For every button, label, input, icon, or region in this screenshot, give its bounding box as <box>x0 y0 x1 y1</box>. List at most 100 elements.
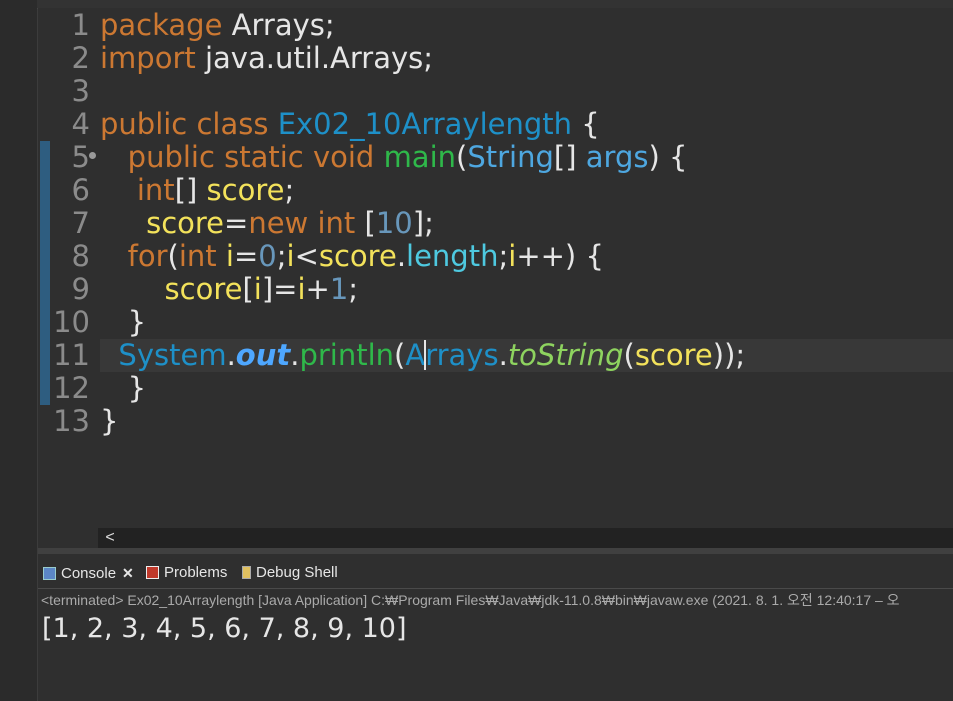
code-token: } <box>100 371 147 405</box>
tab-problems[interactable]: Problems <box>146 562 227 584</box>
line-number: 13 <box>53 404 90 438</box>
code-token: args <box>585 140 649 174</box>
code-token: < <box>294 239 319 273</box>
left-panel-strip <box>0 0 38 701</box>
code-token: i <box>286 239 295 273</box>
code-line[interactable]: int[] score; <box>100 174 953 207</box>
code-line[interactable]: public static void main(String[] args) { <box>100 141 953 174</box>
code-token: ) { <box>648 140 688 174</box>
line-number: 2 <box>71 41 90 75</box>
line-number: 8 <box>71 239 90 273</box>
code-token: score <box>100 206 225 240</box>
line-number: 5 <box>71 140 90 174</box>
code-line[interactable]: System.out.println(Arrays.toString(score… <box>100 339 953 372</box>
code-token: int <box>178 239 217 273</box>
problems-icon <box>146 566 159 579</box>
code-token: )); <box>712 338 746 372</box>
code-line[interactable]: import java.util.Arrays; <box>100 42 953 75</box>
code-token: [ <box>355 206 376 240</box>
code-token: for <box>100 239 168 273</box>
code-line[interactable]: } <box>100 372 953 405</box>
code-token: new int <box>248 206 356 240</box>
code-token: package <box>100 8 223 42</box>
code-token: } <box>100 404 119 438</box>
code-token: . <box>226 338 236 372</box>
code-token: [ <box>242 272 254 306</box>
code-token: = <box>224 206 249 240</box>
code-line[interactable]: score=new int [10]; <box>100 207 953 240</box>
code-line[interactable] <box>100 75 953 108</box>
scroll-left-arrow-icon[interactable]: < <box>100 528 120 548</box>
code-token: score <box>634 338 713 372</box>
tab-debug-shell-label: Debug Shell <box>256 564 338 581</box>
code-token: [] <box>174 173 207 207</box>
code-token: i <box>297 272 306 306</box>
code-token: ( <box>167 239 179 273</box>
code-token: ; <box>498 239 509 273</box>
code-line[interactable]: } <box>100 306 953 339</box>
code-token: } <box>100 305 147 339</box>
code-line[interactable]: package Arrays; <box>100 9 953 42</box>
code-line[interactable]: } <box>100 405 953 438</box>
code-token: 10 <box>375 206 413 240</box>
code-token: java.util.Arrays; <box>195 41 434 75</box>
line-number: 1 <box>71 8 90 42</box>
code-token: i <box>253 272 262 306</box>
code-token: score <box>318 239 397 273</box>
code-token: score <box>206 173 285 207</box>
line-number: 7 <box>71 206 90 240</box>
code-token: ]; <box>412 206 434 240</box>
code-token: length <box>406 239 499 273</box>
code-token: ; <box>348 272 359 306</box>
code-line[interactable]: score[i]=i+1; <box>100 273 953 306</box>
code-token: ( <box>456 140 468 174</box>
code-token: int <box>100 173 175 207</box>
code-token: ++) { <box>516 239 604 273</box>
code-token: public class <box>100 107 278 141</box>
scroll-gap <box>38 528 98 548</box>
code-token: Ex02_10Arraylength <box>277 107 573 141</box>
code-editor[interactable]: 1 2 3 4 5 6 7 8 9 10 11 12 13 package Arrays; import … <box>38 8 953 528</box>
console-tab-bar: Console ✕ Problems Debug Shell <box>38 554 953 588</box>
code-token: toString <box>507 338 624 372</box>
code-token: ; <box>276 239 287 273</box>
code-token: . <box>396 239 407 273</box>
code-token: rrays <box>425 338 499 372</box>
console-icon <box>43 567 56 580</box>
code-token: String <box>467 140 554 174</box>
code-token: ( <box>394 338 406 372</box>
code-token: 1 <box>329 272 349 306</box>
console-status-line: <terminated> Ex02_10Arraylength [Java Ap… <box>38 588 953 610</box>
code-token: System <box>100 338 227 372</box>
tab-problems-label: Problems <box>164 564 228 581</box>
code-token: public static void <box>100 140 384 174</box>
code-token: score <box>100 272 243 306</box>
console-output-text: [1, 2, 3, 4, 5, 6, 7, 8, 9, 10] <box>42 613 407 644</box>
code-token: println <box>299 338 395 372</box>
horizontal-scrollbar[interactable] <box>98 528 953 548</box>
code-token: . <box>498 338 508 372</box>
line-number: 10 <box>53 305 90 339</box>
fold-marker-icon[interactable] <box>89 152 96 159</box>
code-token: main <box>383 140 457 174</box>
line-number-gutter: 1 2 3 4 5 6 7 8 9 10 11 12 13 <box>38 8 100 528</box>
console-output-area[interactable]: [1, 2, 3, 4, 5, 6, 7, 8, 9, 10] <box>38 610 953 701</box>
code-area[interactable]: package Arrays; import java.util.Arrays; p… <box>100 8 953 528</box>
code-token: i <box>216 239 234 273</box>
code-line[interactable]: public class Ex02_10Arraylength { <box>100 108 953 141</box>
code-token: ( <box>623 338 635 372</box>
code-token: out <box>235 338 291 372</box>
code-token: = <box>233 239 259 273</box>
line-number: 11 <box>53 338 90 372</box>
tab-debug-shell[interactable]: Debug Shell <box>242 562 338 584</box>
close-icon[interactable]: ✕ <box>122 565 134 581</box>
code-token: { <box>572 107 600 141</box>
code-line[interactable]: for(int i=0;i<score.length;i++) { <box>100 240 953 273</box>
line-number: 4 <box>71 107 90 141</box>
tab-console-label: Console <box>61 565 117 582</box>
code-token: [] <box>553 140 586 174</box>
tab-console[interactable]: Console ✕ <box>43 562 134 584</box>
line-number: 3 <box>71 74 90 108</box>
code-token: A <box>405 338 426 372</box>
code-token: import <box>100 41 196 75</box>
